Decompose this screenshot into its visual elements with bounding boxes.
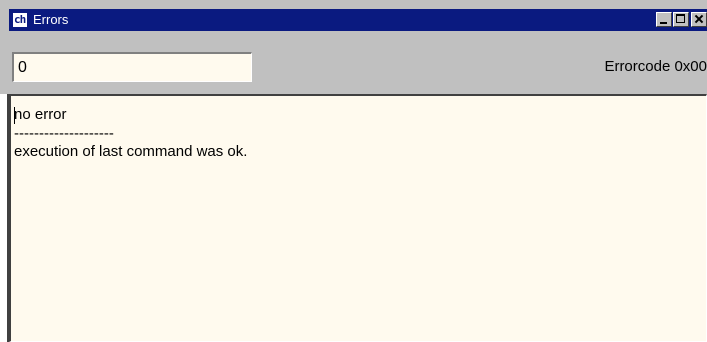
output-line-error-name: no error (14, 106, 67, 123)
app-icon[interactable]: ch (12, 12, 28, 28)
errorcode-label: Errorcode 0x00 (604, 58, 707, 75)
maximize-button[interactable] (673, 12, 689, 27)
close-icon (695, 15, 703, 23)
error-output-area[interactable]: no error -------------------- execution … (9, 94, 707, 342)
close-button[interactable] (691, 12, 707, 27)
maximize-icon (676, 14, 685, 23)
output-line-description: execution of last command was ok. (14, 143, 248, 160)
title-bar[interactable]: ch Errors (9, 9, 707, 31)
output-line-separator: -------------------- (14, 125, 114, 142)
app-icon-glyph: ch (14, 13, 26, 26)
window-title: Errors (33, 12, 69, 27)
minimize-button[interactable] (656, 12, 672, 27)
error-code-input[interactable] (12, 52, 252, 82)
toolbar: Errorcode 0x00 (9, 31, 707, 94)
minimize-icon (660, 22, 667, 24)
errors-window: ch Errors Errorcode 0x00 no error ------… (0, 0, 707, 342)
